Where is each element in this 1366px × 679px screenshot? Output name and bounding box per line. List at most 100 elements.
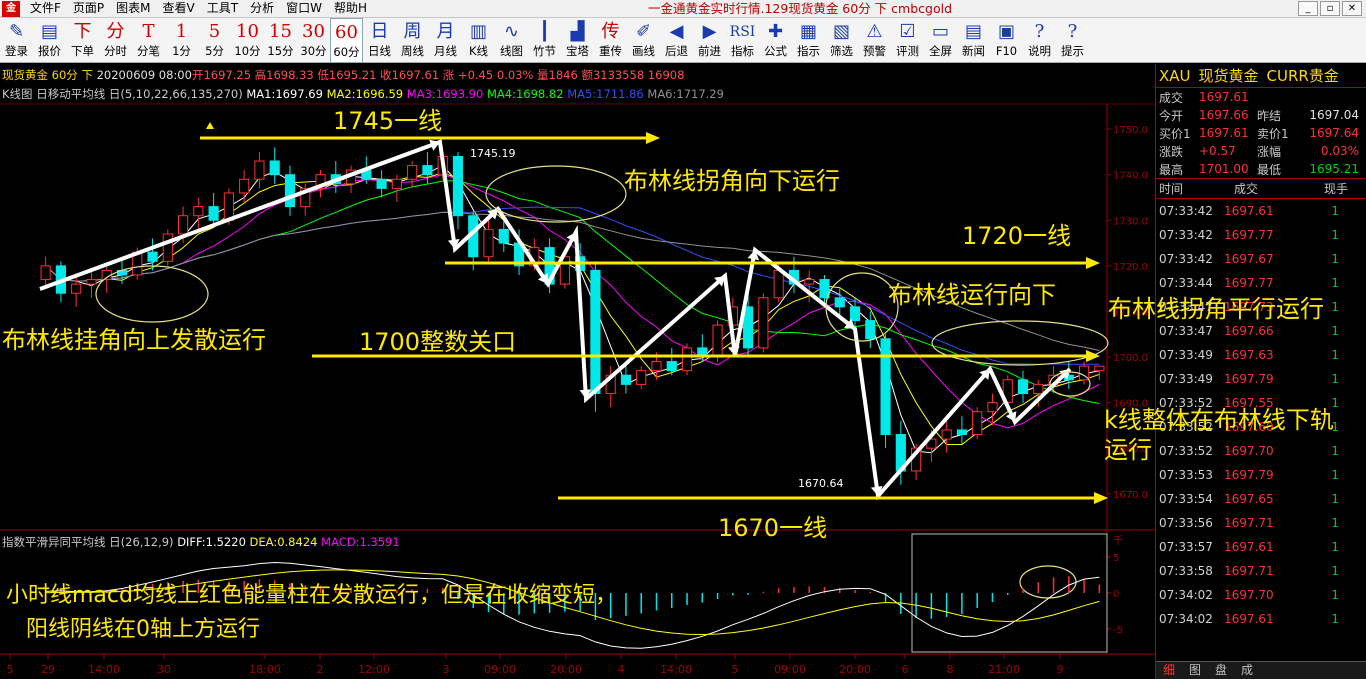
candle-body bbox=[40, 265, 51, 281]
menu-chart[interactable]: 图表M bbox=[110, 0, 156, 17]
menu-help[interactable]: 帮助H bbox=[328, 0, 373, 17]
m15-icon: 15 bbox=[269, 21, 292, 42]
tick-vol: 1 bbox=[1331, 564, 1339, 578]
tick-price: 1697.61 bbox=[1224, 204, 1274, 218]
toolbar-m30-button[interactable]: 30 30分 bbox=[297, 18, 330, 63]
tick-vol: 1 bbox=[1331, 492, 1339, 506]
toolbar-news-button[interactable]: ▤ 新闻 bbox=[957, 18, 990, 63]
kline-chart-area[interactable]: 现货黄金 60分 下 20200609 08:00开1697.25 高1698.… bbox=[0, 64, 1155, 679]
time-axis-label: 09:00 bbox=[484, 663, 516, 676]
tick-time: 07:34:02 bbox=[1159, 588, 1213, 602]
tick-row: 07:33:49 1697.63 1 bbox=[1156, 343, 1366, 367]
m10-icon: 10 bbox=[236, 21, 259, 42]
toolbar-ind-button[interactable]: RSI 指标 bbox=[726, 18, 759, 63]
close-button[interactable]: ✕ bbox=[1342, 1, 1362, 16]
toolbar-quote-label: 报价 bbox=[38, 44, 61, 58]
toolbar-idx-button[interactable]: ▦ 指示 bbox=[792, 18, 825, 63]
toolbar-filter-button[interactable]: ▧ 筛选 bbox=[825, 18, 858, 63]
price-tick-label: 1750.0 bbox=[1113, 125, 1148, 136]
tick-price: 1697.61 bbox=[1224, 540, 1274, 554]
candle-body bbox=[956, 429, 968, 436]
toolbar-m10-label: 10分 bbox=[234, 44, 261, 58]
toolbar-lines-button[interactable]: ∿ 线图 bbox=[495, 18, 528, 63]
toolbar-fwd-button[interactable]: ▶ 前进 bbox=[693, 18, 726, 63]
repub-icon: 传 bbox=[601, 21, 620, 42]
quote-row: 买价1 1697.61 卖价1 1697.64 bbox=[1156, 124, 1366, 142]
panel-tabs: 细图盘成 bbox=[1156, 661, 1366, 679]
day-icon: 日 bbox=[370, 21, 389, 42]
toolbar-kline-button[interactable]: ▥ K线 bbox=[462, 18, 495, 63]
time-axis-label: 09:00 bbox=[774, 663, 806, 676]
tick-price: 1697.66 bbox=[1224, 324, 1274, 338]
toolbar-tick-button[interactable]: 分分时 bbox=[99, 18, 132, 63]
toolbar-order-button[interactable]: 下下单 bbox=[66, 18, 99, 63]
toolbar-bamboo-button[interactable]: ┃ 竹节 bbox=[528, 18, 561, 63]
menu-window[interactable]: 窗口W bbox=[280, 0, 328, 17]
menu-tools[interactable]: 工具T bbox=[201, 0, 244, 17]
draw-icon: ✐ bbox=[635, 21, 652, 42]
toolbar-full-button[interactable]: ▭ 全屏 bbox=[924, 18, 957, 63]
maximize-button[interactable]: ▫ bbox=[1320, 1, 1340, 16]
toolbar-draw-label: 画线 bbox=[632, 44, 655, 58]
toolbar-eval-button[interactable]: ☑ 评测 bbox=[891, 18, 924, 63]
toolbar-alert-button[interactable]: ⚠ 预警 bbox=[858, 18, 891, 63]
trading-app-window: 金 文件F 页面P 图表M 查看V 工具T 分析 窗口W 帮助H 一金通黄金实时… bbox=[0, 0, 1366, 679]
toolbar-back-button[interactable]: ◀ 后退 bbox=[660, 18, 693, 63]
toolbar-m15-button[interactable]: 15 15分 bbox=[264, 18, 297, 63]
tick-time: 07:33:42 bbox=[1159, 228, 1213, 242]
tick-vol: 1 bbox=[1331, 252, 1339, 266]
toolbar-draw-button[interactable]: ✐ 画线 bbox=[627, 18, 660, 63]
toolbar-eval-label: 评测 bbox=[896, 44, 919, 58]
panel-tab-3[interactable]: 成 bbox=[1234, 662, 1260, 679]
last-label: 成交 bbox=[1159, 90, 1184, 105]
toolbar-f10-button[interactable]: ▣ F10 bbox=[990, 18, 1023, 63]
quote-header: XAU 现货黄金 CURR贵金 bbox=[1156, 64, 1366, 88]
toolbar-m60-button[interactable]: 60 60分 bbox=[330, 18, 363, 63]
panel-tab-2[interactable]: 盘 bbox=[1208, 662, 1234, 679]
tick-price: 1697.67 bbox=[1224, 252, 1274, 266]
toolbar-quote-button[interactable]: ▤ 报价 bbox=[33, 18, 66, 63]
candle-body bbox=[773, 269, 784, 299]
quote-row: 最高 1701.00 最低 1695.21 bbox=[1156, 160, 1366, 178]
menu-view[interactable]: 查看V bbox=[157, 0, 201, 17]
menu-file[interactable]: 文件F bbox=[24, 0, 67, 17]
toolbar-day-button[interactable]: 日日线 bbox=[363, 18, 396, 63]
toolbar-formula-button[interactable]: ✚ 公式 bbox=[759, 18, 792, 63]
toolbar-month-label: 月线 bbox=[434, 44, 457, 58]
tick-vol: 1 bbox=[1331, 516, 1339, 530]
menu-analysis[interactable]: 分析 bbox=[244, 0, 280, 17]
quote-v2: 0.03% bbox=[1320, 144, 1359, 158]
candle-body bbox=[681, 347, 693, 372]
panel-tab-1[interactable]: 图 bbox=[1182, 662, 1208, 679]
tick-vol: 1 bbox=[1331, 540, 1339, 554]
tick-row: 07:33:49 1697.79 1 bbox=[1156, 367, 1366, 391]
trans-icon: T bbox=[142, 21, 155, 42]
toolbar-m10-button[interactable]: 10 10分 bbox=[231, 18, 264, 63]
toolbar-month-button[interactable]: 月月线 bbox=[429, 18, 462, 63]
tick-time: 07:34:02 bbox=[1159, 612, 1213, 626]
highlight-ellipse-3 bbox=[931, 320, 1109, 366]
toolbar-tips-button[interactable]: ? 提示 bbox=[1056, 18, 1089, 63]
tick-price: 1697.71 bbox=[1224, 516, 1274, 530]
tower-icon: ▟ bbox=[570, 21, 585, 42]
tick-vol: 1 bbox=[1331, 228, 1339, 242]
toolbar-tower-button[interactable]: ▟ 宝塔 bbox=[561, 18, 594, 63]
toolbar-week-button[interactable]: 周周线 bbox=[396, 18, 429, 63]
minimize-button[interactable]: _ bbox=[1298, 1, 1318, 16]
price-tick-label: 1670.0 bbox=[1113, 490, 1148, 501]
toolbar-m5-button[interactable]: 5 5分 bbox=[198, 18, 231, 63]
toolbar-repub-button[interactable]: 传重传 bbox=[594, 18, 627, 63]
toolbar-login-button[interactable]: ✎ 登录 bbox=[0, 18, 33, 63]
toolbar-m30-label: 30分 bbox=[300, 44, 327, 58]
candle-body bbox=[284, 174, 296, 208]
bamboo-icon: ┃ bbox=[539, 21, 550, 42]
kline-icon: ▥ bbox=[469, 21, 487, 42]
time-axis-label: 20:00 bbox=[839, 663, 871, 676]
panel-tab-0[interactable]: 细 bbox=[1156, 662, 1182, 679]
toolbar-m1-button[interactable]: 1 1分 bbox=[165, 18, 198, 63]
m1-icon: 1 bbox=[175, 21, 188, 42]
toolbar-trans-button[interactable]: T 分笔 bbox=[132, 18, 165, 63]
menu-page[interactable]: 页面P bbox=[67, 0, 110, 17]
macd-tick-label: 0 bbox=[1113, 589, 1119, 600]
toolbar-help-button[interactable]: ? 说明 bbox=[1023, 18, 1056, 63]
